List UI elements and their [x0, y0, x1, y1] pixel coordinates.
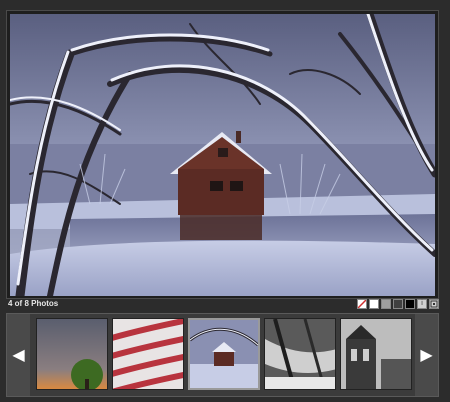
thumb-stream[interactable] [264, 318, 336, 390]
gray-background-swatch[interactable] [381, 299, 391, 309]
white-background-swatch[interactable] [369, 299, 379, 309]
main-photo[interactable] [10, 14, 435, 296]
thumb-cabin[interactable] [188, 318, 260, 390]
no-background-icon[interactable] [357, 299, 367, 309]
photo-counter: 4 of 8 Photos [8, 299, 59, 308]
thumb-flag[interactable] [112, 318, 184, 390]
previous-arrow-icon[interactable]: ◀ [7, 314, 30, 396]
thumb-church[interactable] [340, 318, 412, 390]
info-icon[interactable]: i [417, 299, 427, 309]
fullscreen-icon[interactable] [429, 299, 439, 309]
photo-viewer [6, 10, 439, 299]
next-arrow-icon[interactable]: ▶ [415, 314, 438, 396]
thumb-tree-sunset[interactable] [36, 318, 108, 390]
dark-background-swatch[interactable] [393, 299, 403, 309]
info-bar: 4 of 8 Photos i [6, 299, 439, 311]
background-controls: i [357, 299, 439, 310]
thumbnail-strip: ◀ ▶ [6, 313, 439, 397]
black-background-swatch[interactable] [405, 299, 415, 309]
